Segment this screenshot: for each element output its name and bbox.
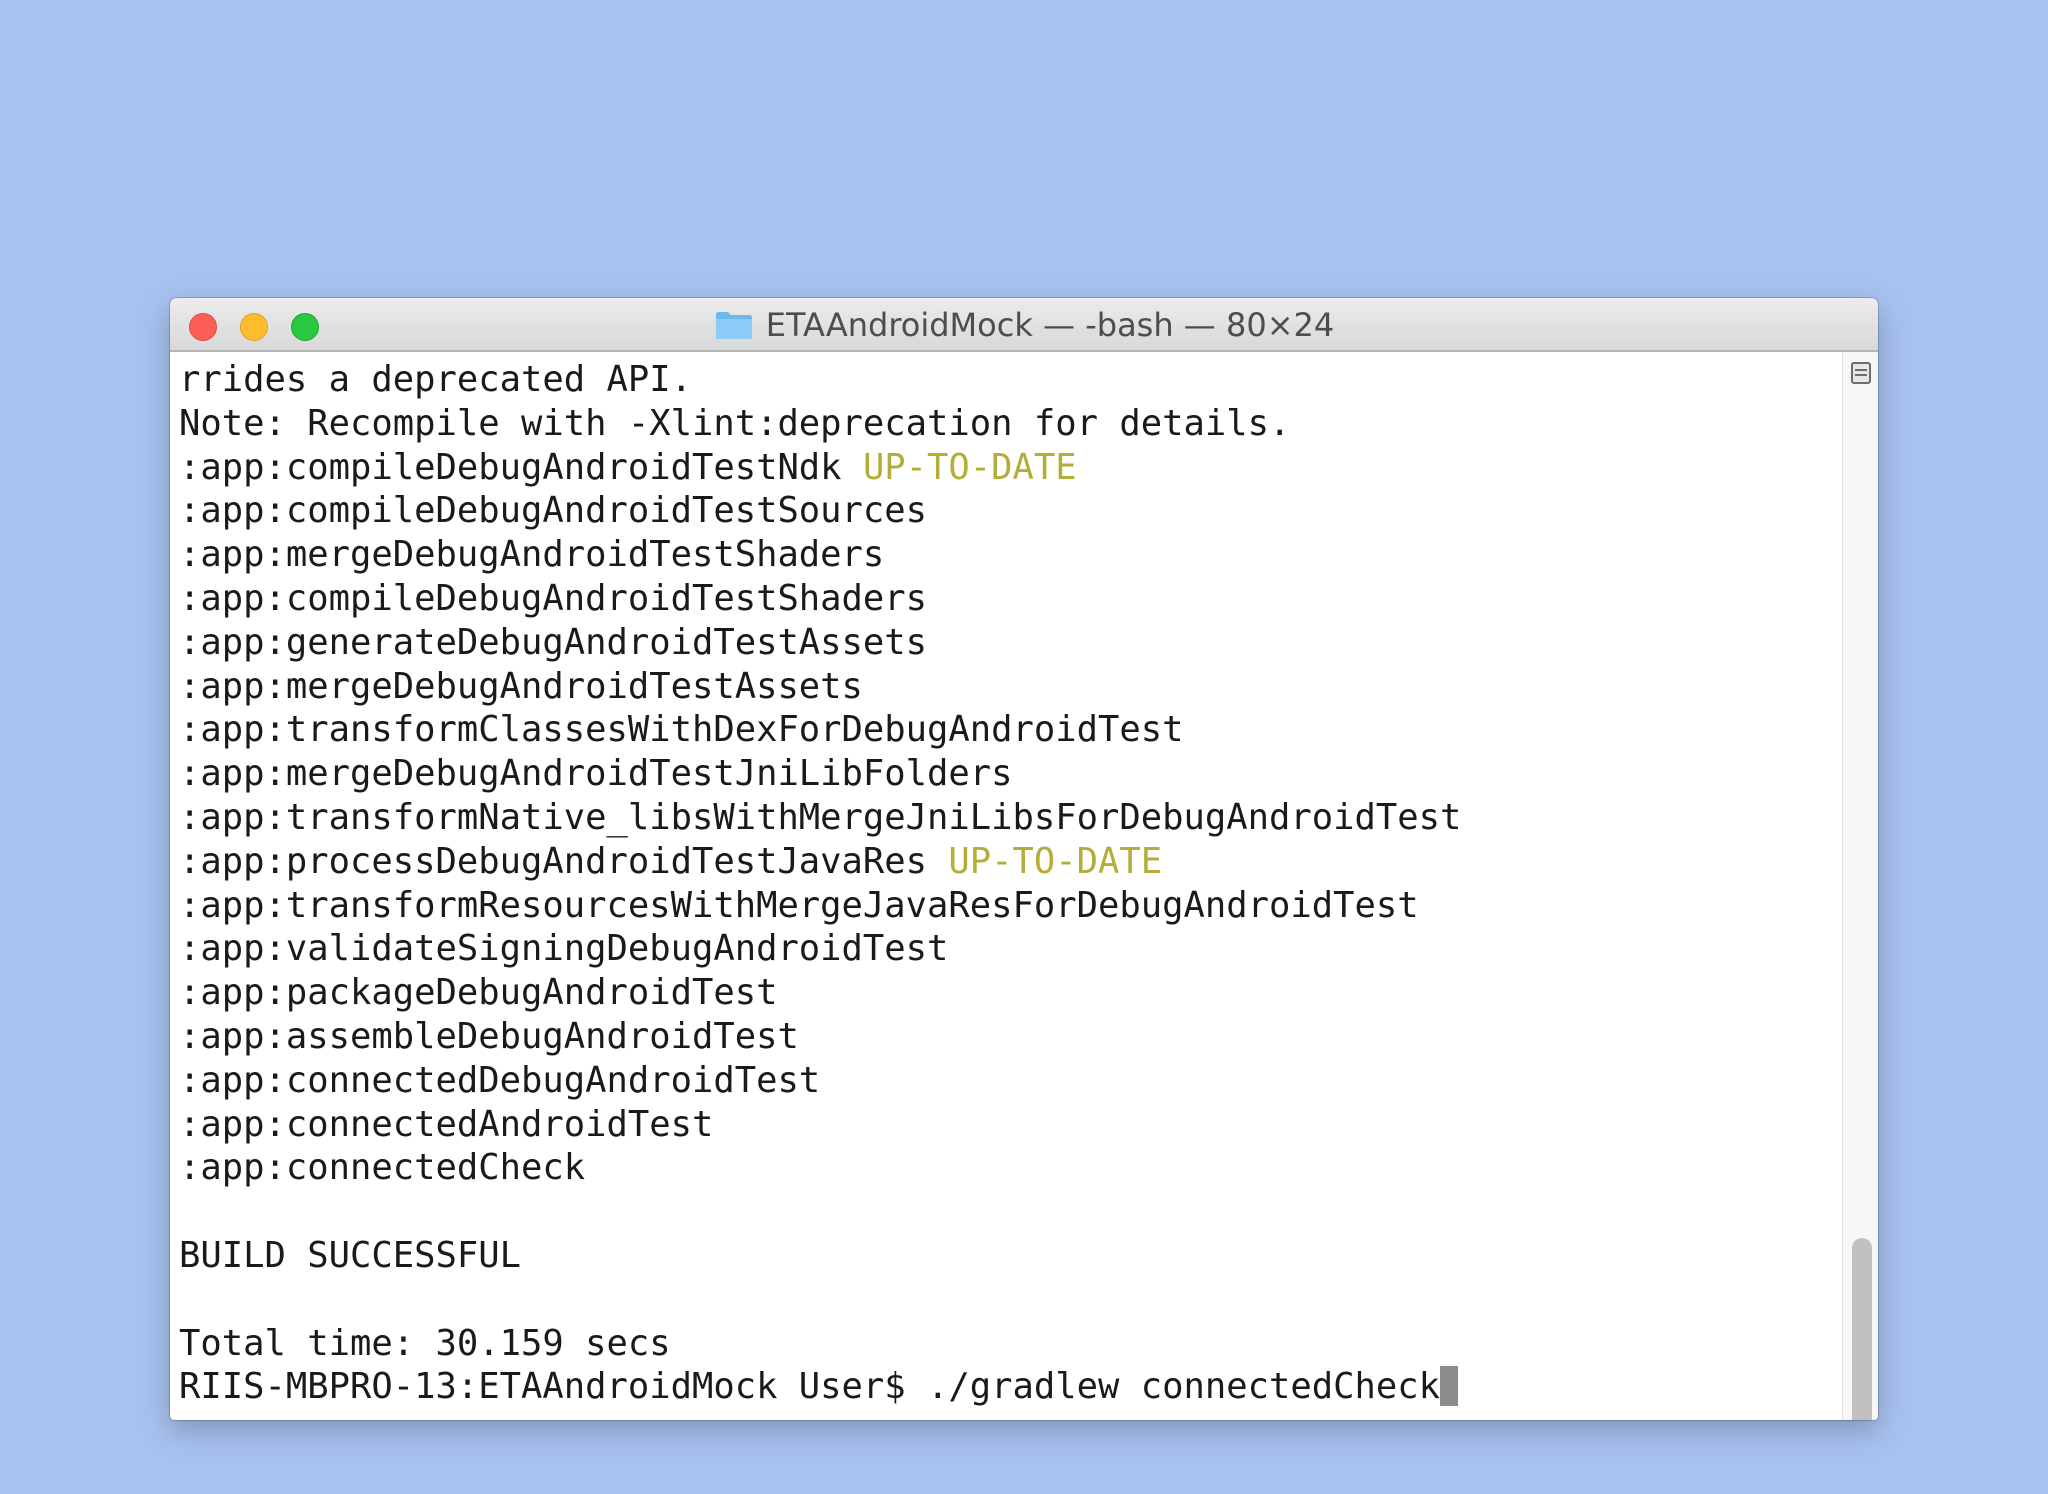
terminal-window: ETAAndroidMock — -bash — 80×24 rrides a … bbox=[170, 298, 1878, 1420]
line-text: :app:validateSigningDebugAndroidTest bbox=[179, 928, 949, 970]
terminal-line: Total time: 30.159 secs bbox=[179, 1322, 1842, 1366]
terminal-line: :app:compileDebugAndroidTestSources bbox=[179, 489, 1842, 533]
line-text: Total time: 30.159 secs bbox=[179, 1322, 671, 1364]
terminal-line: :app:compileDebugAndroidTestShaders bbox=[179, 577, 1842, 621]
terminal-line: :app:connectedDebugAndroidTest bbox=[179, 1059, 1842, 1103]
terminal-line: :app:transformResourcesWithMergeJavaResF… bbox=[179, 884, 1842, 928]
line-text: :app:transformNative_libsWithMergeJniLib… bbox=[179, 796, 1462, 838]
terminal-line: :app:processDebugAndroidTestJavaRes UP-T… bbox=[179, 840, 1842, 884]
line-text: :app:assembleDebugAndroidTest bbox=[179, 1015, 799, 1057]
terminal-line: :app:assembleDebugAndroidTest bbox=[179, 1015, 1842, 1059]
split-pane-icon[interactable] bbox=[1851, 362, 1871, 384]
line-text: :app:packageDebugAndroidTest bbox=[179, 972, 778, 1014]
window-title: ETAAndroidMock — -bash — 80×24 bbox=[765, 306, 1335, 344]
terminal-line: :app:connectedCheck bbox=[179, 1146, 1842, 1190]
terminal-line: :app:connectedAndroidTest bbox=[179, 1103, 1842, 1147]
title-bar[interactable]: ETAAndroidMock — -bash — 80×24 bbox=[170, 298, 1878, 352]
terminal-output[interactable]: rrides a deprecated API. Note: Recompile … bbox=[170, 352, 1842, 1420]
line-text: :app:compileDebugAndroidTestSources bbox=[179, 490, 928, 532]
text-cursor bbox=[1440, 1366, 1459, 1407]
terminal-line: rrides a deprecated API. bbox=[179, 358, 1842, 402]
terminal-line: :app:transformClassesWithDexForDebugAndr… bbox=[179, 708, 1842, 752]
line-text: BUILD SUCCESSFUL bbox=[179, 1234, 521, 1276]
line-text: :app:mergeDebugAndroidTestShaders bbox=[179, 534, 885, 576]
line-text: :app:mergeDebugAndroidTestJniLibFolders bbox=[179, 753, 1013, 795]
terminal-line: :app:packageDebugAndroidTest bbox=[179, 971, 1842, 1015]
line-text: rrides a deprecated API. bbox=[179, 359, 692, 400]
prompt-line[interactable]: RIIS-MBPRO-13:ETAAndroidMock User$ ./gra… bbox=[179, 1365, 1842, 1409]
line-text: :app:compileDebugAndroidTestShaders bbox=[179, 577, 928, 619]
scrollbar[interactable] bbox=[1842, 352, 1878, 1420]
terminal-line: :app:compileDebugAndroidTestNdk UP-TO-DA… bbox=[179, 446, 1842, 490]
terminal-line: Note: Recompile with -Xlint:deprecation … bbox=[179, 402, 1842, 446]
terminal-line: :app:transformNative_libsWithMergeJniLib… bbox=[179, 796, 1842, 840]
line-text: :app:connectedAndroidTest bbox=[179, 1103, 714, 1145]
status-up-to-date: UP-TO-DATE bbox=[862, 446, 1077, 488]
terminal-line: :app:mergeDebugAndroidTestJniLibFolders bbox=[179, 752, 1842, 796]
terminal-line: :app:mergeDebugAndroidTestAssets bbox=[179, 665, 1842, 709]
terminal-line: :app:mergeDebugAndroidTestShaders bbox=[179, 533, 1842, 577]
window-title-group: ETAAndroidMock — -bash — 80×24 bbox=[170, 298, 1878, 352]
line-text: :app:transformClassesWithDexForDebugAndr… bbox=[179, 709, 1184, 751]
line-text: :app:transformResourcesWithMergeJavaResF… bbox=[179, 884, 1419, 926]
terminal-line: :app:generateDebugAndroidTestAssets bbox=[179, 621, 1842, 665]
scrollbar-thumb[interactable] bbox=[1852, 1238, 1872, 1420]
line-text: Note: Recompile with -Xlint:deprecation … bbox=[179, 402, 1291, 444]
terminal-line: BUILD SUCCESSFUL bbox=[179, 1234, 1842, 1278]
line-text: :app:processDebugAndroidTestJavaRes bbox=[179, 840, 949, 882]
line-text: :app:mergeDebugAndroidTestAssets bbox=[179, 665, 863, 707]
line-text: :app:connectedCheck bbox=[179, 1147, 586, 1189]
command-input[interactable]: ./gradlew connectedCheck bbox=[927, 1366, 1440, 1407]
folder-icon bbox=[714, 309, 754, 341]
terminal-line: :app:validateSigningDebugAndroidTest bbox=[179, 927, 1842, 971]
shell-prompt: RIIS-MBPRO-13:ETAAndroidMock User$ bbox=[179, 1366, 928, 1408]
line-text: :app:compileDebugAndroidTestNdk bbox=[179, 446, 863, 488]
status-up-to-date: UP-TO-DATE bbox=[948, 840, 1163, 882]
line-text: :app:generateDebugAndroidTestAssets bbox=[179, 621, 928, 663]
line-text: :app:connectedDebugAndroidTest bbox=[179, 1059, 821, 1101]
